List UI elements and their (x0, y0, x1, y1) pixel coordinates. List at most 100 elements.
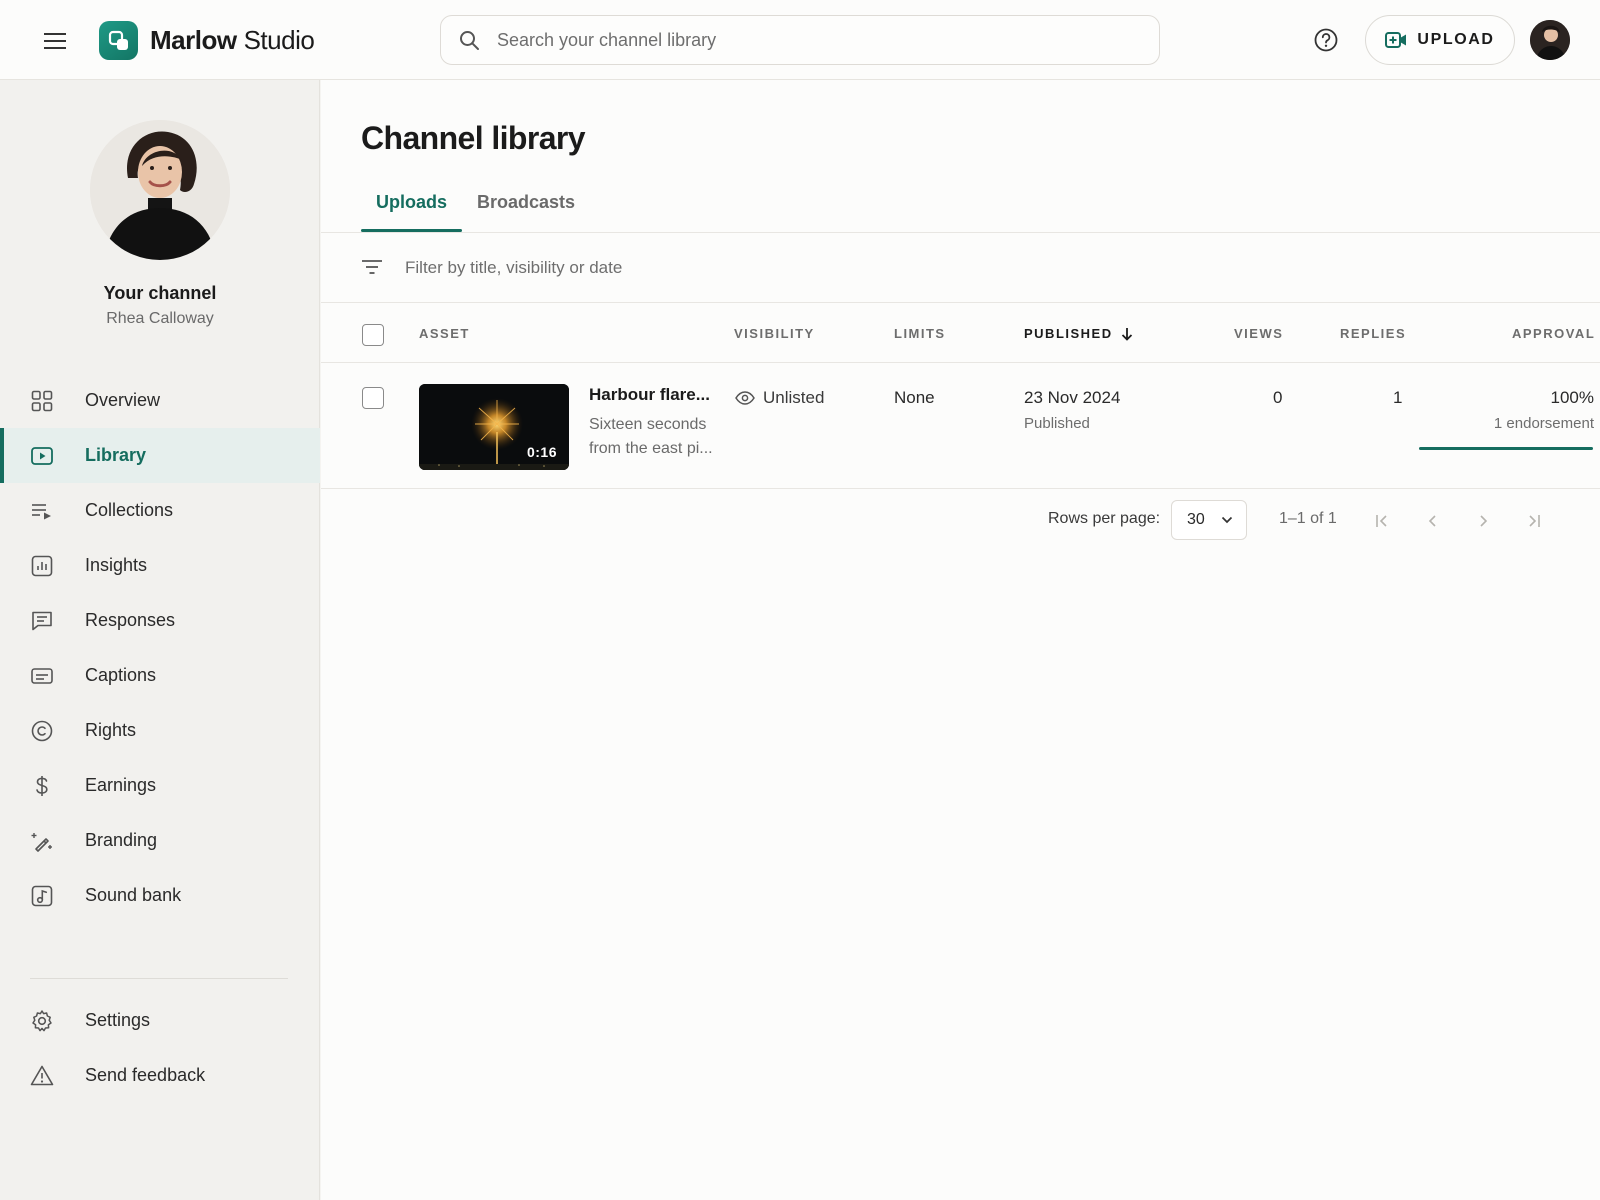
bar-chart-icon (30, 554, 54, 578)
magic-wand-icon (30, 829, 54, 853)
video-duration: 0:16 (526, 444, 557, 460)
column-header-views[interactable]: VIEWS (1234, 326, 1283, 341)
grid-icon (30, 389, 54, 413)
comment-icon (30, 609, 54, 633)
account-avatar[interactable] (1530, 20, 1570, 60)
upload-label: UPLOAD (1417, 31, 1495, 48)
sidebar-item-branding[interactable]: Branding (0, 813, 320, 868)
sidebar-item-label: Branding (85, 830, 158, 850)
dollar-icon (30, 774, 54, 798)
filter-divider (321, 302, 1600, 303)
sort-descending-icon (1121, 327, 1133, 341)
next-page-icon[interactable] (1470, 508, 1496, 534)
column-header-published[interactable]: PUBLISHED (1024, 326, 1133, 341)
channel-owner-name: Rhea Calloway (106, 310, 214, 327)
first-page-icon[interactable] (1370, 508, 1396, 534)
tab-broadcasts[interactable]: Broadcasts (462, 180, 590, 232)
copyright-icon (30, 719, 54, 743)
warning-icon (30, 1064, 54, 1088)
upload-button[interactable]: UPLOAD (1365, 15, 1515, 65)
approval-count: 1 endorsement (1493, 415, 1594, 432)
column-header-approval[interactable]: APPROVAL (1512, 326, 1595, 341)
brand-bold: Marlow (150, 25, 237, 55)
subtitles-icon (30, 664, 54, 688)
sidebar-item-earnings[interactable]: Earnings (0, 758, 320, 813)
filter-input[interactable] (405, 250, 1005, 286)
sidebar-divider (30, 978, 288, 979)
views-value: 0 (1273, 388, 1283, 407)
tabs-divider (321, 232, 1600, 233)
sidebar-item-settings[interactable]: Settings (0, 993, 320, 1048)
app-logo[interactable] (99, 21, 138, 60)
main-content: Channel library Uploads Broadcasts ASSET… (321, 80, 1600, 1200)
sidebar-item-label: Responses (85, 610, 176, 630)
search-input[interactable] (497, 16, 1137, 64)
sidebar-item-overview[interactable]: Overview (0, 373, 320, 428)
limits-value: None (894, 388, 935, 407)
column-header-limits[interactable]: LIMITS (894, 326, 946, 341)
previous-page-icon[interactable] (1420, 508, 1446, 534)
rows-per-page-label: Rows per page: (1048, 510, 1161, 527)
approval-bar (1419, 447, 1593, 450)
replies-value: 1 (1393, 388, 1403, 407)
pagination-range: 1–1 of 1 (1279, 510, 1337, 527)
sidebar-item-sound-bank[interactable]: Sound bank (0, 868, 320, 923)
sidebar-item-captions[interactable]: Captions (0, 648, 320, 703)
tab-uploads[interactable]: Uploads (361, 180, 463, 232)
page-title: Channel library (361, 120, 586, 156)
sidebar-item-send-feedback[interactable]: Send feedback (0, 1048, 320, 1103)
channel-title: Your channel (103, 283, 217, 303)
brand-name: Marlow Studio (150, 24, 315, 56)
sidebar-item-label: Rights (85, 720, 137, 740)
play-box-icon (30, 444, 54, 468)
sidebar-item-insights[interactable]: Insights (0, 538, 320, 593)
playlist-icon (30, 499, 54, 523)
search-box (440, 15, 1160, 65)
help-icon[interactable] (1312, 26, 1340, 54)
column-header-visibility[interactable]: VISIBILITY (734, 326, 815, 341)
video-title[interactable]: Harbour flare... (589, 385, 710, 405)
video-description: Sixteen seconds from the east pi... (589, 416, 713, 457)
approval-percent: 100% (1550, 388, 1594, 407)
chevron-down-icon (1221, 516, 1233, 524)
tab-bar: Uploads Broadcasts (361, 180, 590, 232)
video-add-icon (1385, 31, 1407, 49)
header-divider (321, 362, 1600, 363)
select-all-checkbox[interactable] (362, 324, 384, 346)
visibility-cell[interactable]: Unlisted (735, 388, 824, 408)
sidebar-item-label: Captions (85, 665, 157, 685)
row-divider (321, 488, 1600, 489)
search-icon (459, 30, 480, 51)
filter-icon[interactable] (361, 258, 383, 276)
sidebar-item-label: Sound bank (85, 885, 182, 905)
eye-icon (735, 391, 755, 405)
last-page-icon[interactable] (1520, 508, 1546, 534)
sidebar-footer-nav: Settings Send feedback (0, 993, 320, 1103)
sidebar-item-library[interactable]: Library (0, 428, 320, 483)
brand-light: Studio (243, 25, 315, 55)
rows-per-page-select[interactable]: 30 (1171, 500, 1247, 540)
video-thumbnail[interactable]: 0:16 (419, 384, 569, 470)
column-header-replies[interactable]: REPLIES (1340, 326, 1406, 341)
sidebar-item-label: Settings (85, 1010, 151, 1030)
sidebar-item-rights[interactable]: Rights (0, 703, 320, 758)
column-header-published-label: PUBLISHED (1024, 326, 1113, 341)
column-header-asset[interactable]: ASSET (419, 326, 470, 341)
sidebar-item-label: Overview (85, 390, 161, 410)
row-checkbox[interactable] (362, 387, 384, 409)
rows-per-page-value: 30 (1187, 511, 1205, 528)
published-status: Published (1024, 415, 1090, 432)
hamburger-menu-icon[interactable] (38, 24, 72, 58)
sidebar-item-responses[interactable]: Responses (0, 593, 320, 648)
gear-icon (30, 1009, 54, 1033)
channel-avatar[interactable] (90, 120, 230, 260)
sidebar-item-collections[interactable]: Collections (0, 483, 320, 538)
sidebar: Your channel Rhea Calloway Overview Libr… (0, 80, 320, 1200)
sidebar-item-label: Insights (85, 555, 148, 575)
sidebar-item-label: Collections (85, 500, 174, 520)
visibility-value: Unlisted (763, 388, 825, 407)
sidebar-item-label: Library (85, 445, 147, 465)
top-bar: Marlow Studio UPLOAD (0, 0, 1600, 80)
published-date: 23 Nov 2024 (1024, 388, 1121, 407)
music-note-icon (30, 884, 54, 908)
